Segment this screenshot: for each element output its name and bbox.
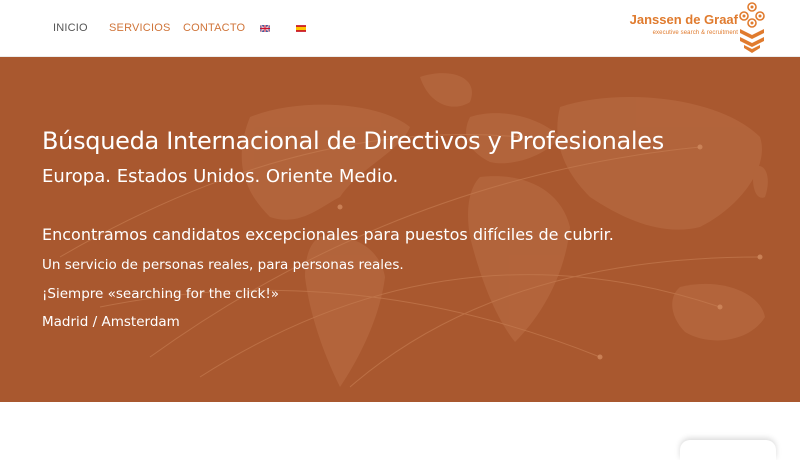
logo-emblem-icon bbox=[739, 2, 765, 53]
hero-lead: Encontramos candidatos excepcionales par… bbox=[42, 225, 614, 244]
logo-tagline: executive search & recruitment bbox=[652, 30, 738, 36]
hero-tagline: Un servicio de personas reales, para per… bbox=[42, 257, 404, 273]
hero-subtitle: Europa. Estados Unidos. Oriente Medio. bbox=[42, 166, 399, 187]
hero-title: Búsqueda Internacional de Directivos y P… bbox=[42, 127, 664, 155]
logo-name: Janssen de Graaf bbox=[629, 12, 738, 27]
english-flag-icon[interactable] bbox=[260, 25, 270, 32]
hero-motto: ¡Siempre «searching for the click!» bbox=[42, 286, 280, 302]
company-logo[interactable]: Janssen de Graaf executive search & recr… bbox=[620, 2, 765, 54]
chat-widget[interactable] bbox=[680, 440, 776, 460]
nav-item-servicios[interactable]: SERVICIOS bbox=[109, 22, 171, 34]
site-header: INICIO SERVICIOS CONTACTO Janssen de Gra… bbox=[0, 0, 800, 57]
hero-locations: Madrid / Amsterdam bbox=[42, 314, 180, 330]
nav-item-inicio[interactable]: INICIO bbox=[53, 22, 88, 34]
hero-banner: Búsqueda Internacional de Directivos y P… bbox=[0, 57, 800, 402]
spanish-flag-icon[interactable] bbox=[296, 25, 306, 32]
nav-item-contacto[interactable]: CONTACTO bbox=[183, 22, 245, 34]
